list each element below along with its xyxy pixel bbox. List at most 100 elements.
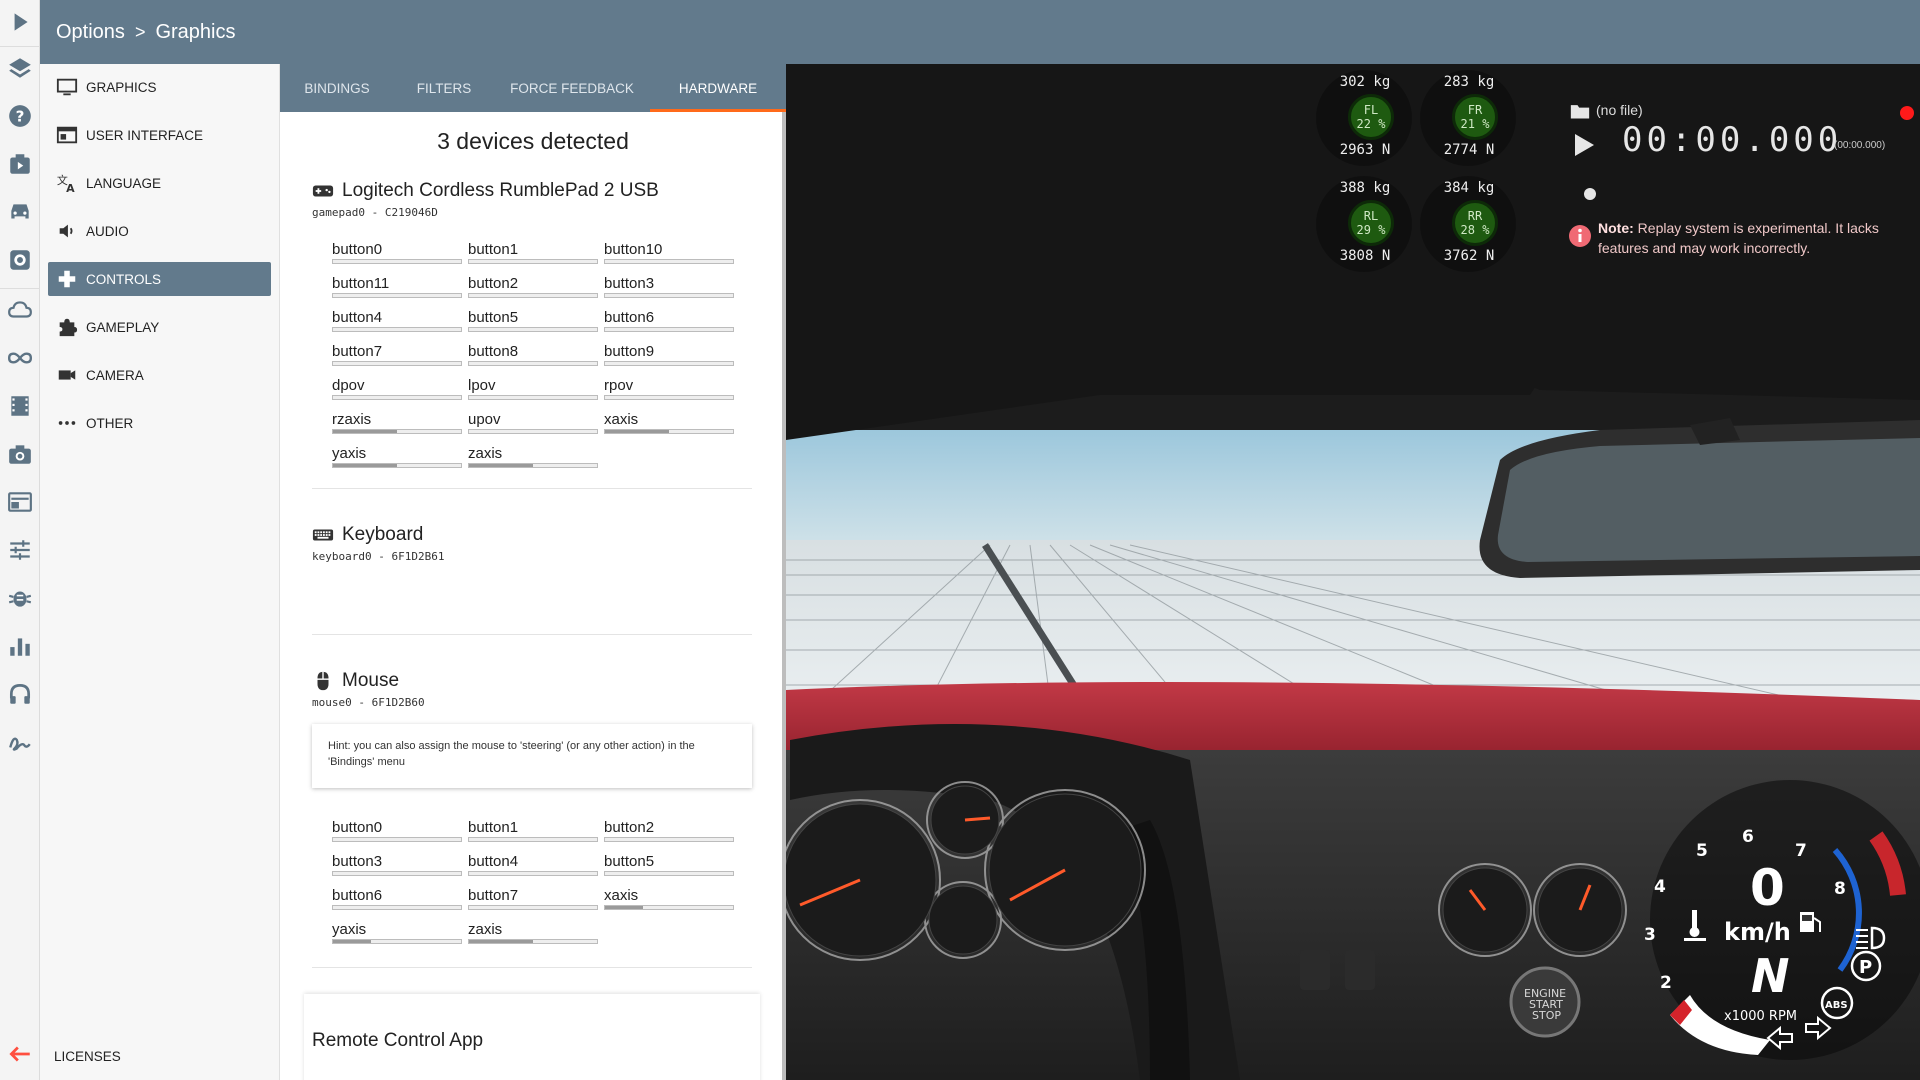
control-indicator: yaxis [332, 446, 462, 468]
speed-rpm-gauge: 1 2 3 4 5 6 7 8 0 km/h N x1000 RPM P ABS [1644, 780, 1920, 1060]
menu-item-label: GRAPHICS [86, 79, 157, 95]
record-icon[interactable] [1900, 106, 1914, 120]
control-label: button2 [604, 819, 655, 836]
menu-item-graphics[interactable]: GRAPHICS [48, 70, 271, 104]
control-level-bar [468, 395, 598, 400]
ui-apps-icon[interactable] [4, 486, 36, 518]
gear-indicator: N [1751, 949, 1790, 1003]
menu-item-language[interactable]: 文A LANGUAGE [48, 166, 271, 200]
controls-panel: BINDINGS FILTERS FORCE FEEDBACK HARDWARE… [280, 64, 786, 1080]
scenario-icon[interactable] [4, 148, 36, 180]
menu-item-label: USER INTERFACE [86, 127, 204, 143]
control-level-bar [468, 259, 598, 264]
control-indicator: button11 [332, 276, 462, 298]
menu-item-audio[interactable]: AUDIO [48, 214, 271, 248]
settings-icon[interactable] [4, 244, 36, 276]
film-icon[interactable] [4, 390, 36, 422]
control-indicator: button10 [604, 241, 734, 264]
control-indicator: button5 [604, 854, 734, 876]
menu-item-controls[interactable]: CONTROLS [48, 262, 271, 296]
control-level-fill [605, 430, 669, 433]
device-keyboard: Keyboard keyboard0 - 6F1D2B61 [312, 524, 752, 563]
tire-rr: 384 kg RR 28 % 3762 N [1424, 172, 1514, 264]
bug-icon[interactable] [4, 582, 36, 614]
cloud-icon[interactable] [4, 294, 36, 326]
menu-item-other[interactable]: OTHER [48, 406, 271, 440]
tab-force-feedback[interactable]: FORCE FEEDBACK [494, 64, 650, 112]
tab-bindings[interactable]: BINDINGS [280, 64, 394, 112]
control-indicator: button2 [468, 275, 598, 298]
help-icon[interactable]: ? [4, 100, 36, 132]
layers-icon[interactable] [4, 52, 36, 84]
control-indicator: xaxis [604, 411, 734, 434]
tire-force: 3762 N [1443, 248, 1495, 264]
control-indicator: dpov [332, 378, 462, 400]
stats-icon[interactable] [4, 630, 36, 662]
device-divider [312, 967, 752, 968]
panel-scrollbar[interactable] [782, 112, 786, 1080]
menu-item-user-interface[interactable]: USER INTERFACE [48, 118, 271, 152]
rpm-unit: x1000 RPM [1724, 1009, 1797, 1024]
control-level-bar [468, 837, 598, 842]
tire-disc: FL 22 % [1348, 94, 1394, 140]
radio-dot-icon[interactable] [1582, 186, 1598, 202]
note-text: Replay system is experimental. It lacks … [1598, 220, 1879, 256]
infinity-icon[interactable] [4, 342, 36, 374]
camera-icon[interactable] [4, 438, 36, 470]
breadcrumb-current: Graphics [155, 20, 236, 43]
control-indicator: yaxis [332, 921, 462, 944]
control-label: button2 [468, 275, 519, 292]
device-divider [312, 634, 752, 635]
control-label: rzaxis [332, 411, 372, 428]
menu-item-gameplay[interactable]: GAMEPLAY [48, 310, 271, 344]
mouse-binding-hint: Hint: you can also assign the mouse to '… [312, 724, 752, 788]
back-arrow-icon[interactable] [4, 1038, 36, 1070]
device-mouse: Mouse mouse0 - 6F1D2B60 [312, 670, 752, 709]
control-label: button10 [604, 241, 663, 258]
sliders-icon[interactable] [4, 534, 36, 566]
control-label: zaxis [468, 921, 503, 938]
vehicle-icon[interactable] [4, 196, 36, 228]
tire-position: RR [1467, 209, 1483, 223]
tab-filters[interactable]: FILTERS [394, 64, 494, 112]
control-indicator: button9 [604, 343, 734, 366]
device-id: gamepad0 - C219046D [312, 206, 438, 219]
breadcrumb-root[interactable]: Options [56, 21, 125, 44]
replay-time: 00:00.000 [1622, 120, 1843, 160]
options-category-menu: GRAPHICS USER INTERFACE 文A LANGUAGE AUDI… [40, 64, 280, 1080]
menu-item-label: GAMEPLAY [86, 319, 160, 335]
signature-icon[interactable] [4, 726, 36, 758]
tire-disc: RR 28 % [1452, 200, 1498, 246]
breadcrumb: Options > Graphics [56, 0, 235, 64]
folder-icon[interactable] [1570, 102, 1590, 120]
control-label: xaxis [604, 411, 639, 428]
control-indicator: button1 [468, 242, 598, 264]
control-indicator: button7 [332, 343, 462, 366]
control-label: button4 [468, 853, 519, 870]
rpm-mark: 4 [1654, 877, 1666, 897]
tab-hardware[interactable]: HARDWARE [650, 64, 786, 112]
control-indicator: lpov [468, 378, 598, 400]
gamepad-icon [312, 185, 334, 197]
control-label: button7 [332, 343, 383, 360]
tire-position: FR [1467, 103, 1483, 117]
control-level-fill [333, 430, 397, 433]
licenses-link[interactable]: LICENSES [54, 1049, 121, 1064]
control-label: rpov [604, 377, 634, 394]
left-icon-rail: ? [0, 0, 40, 1080]
menu-item-camera[interactable]: CAMERA [48, 358, 271, 392]
dots-icon [58, 421, 76, 425]
play-icon[interactable] [4, 6, 36, 38]
control-level-bar [604, 429, 734, 434]
play-icon[interactable] [1572, 132, 1596, 158]
headphones-icon[interactable] [4, 678, 36, 710]
control-level-bar [468, 939, 598, 944]
control-label: yaxis [332, 921, 367, 938]
control-label: button9 [604, 343, 655, 360]
rpm-mark: 7 [1795, 841, 1807, 861]
control-indicator: zaxis [468, 446, 598, 468]
control-level-bar [332, 871, 462, 876]
control-label: upov [468, 411, 501, 428]
control-level-bar [604, 361, 734, 366]
tire-force: 2963 N [1339, 142, 1391, 158]
